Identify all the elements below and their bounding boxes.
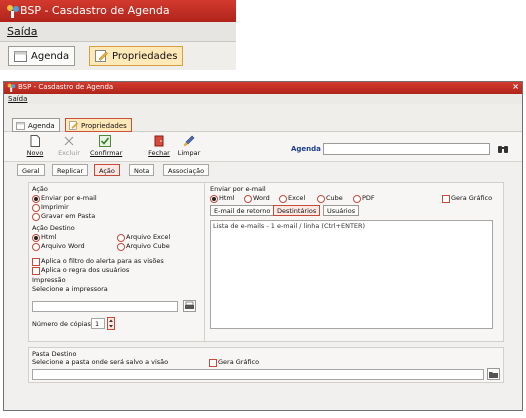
subtab-associacao[interactable]: Associação <box>163 164 210 176</box>
subtabs: Geral Replicar Ação Nota Associação <box>4 162 522 178</box>
radio-arquivo-excel[interactable]: Arquivo Excel <box>117 233 170 242</box>
check-regra-usuarios[interactable]: Aplica o regra dos usuários <box>32 266 129 275</box>
subtab-nota[interactable]: Nota <box>129 164 155 176</box>
destinatarios-button[interactable]: Destintários <box>273 205 321 216</box>
edit-document-icon <box>95 50 108 62</box>
email-panel: Enviar por e-mail Html Word Excel Cube P… <box>204 182 504 342</box>
impressora-label: Selecione a impressora <box>32 285 108 293</box>
main-window: BSP - Casdastro de Agenda × Saída Agenda… <box>3 81 523 411</box>
agenda-field-label: Agenda <box>291 145 321 153</box>
calendar-icon <box>14 51 27 62</box>
folder-browse-icon[interactable] <box>487 368 500 380</box>
pasta-title: Pasta Destino <box>32 350 77 358</box>
excluir-label: Excluir <box>58 149 80 157</box>
edit-document-icon <box>69 121 78 130</box>
close-door-icon <box>154 135 164 147</box>
radio-arquivo-cube[interactable]: Arquivo Cube <box>117 242 170 251</box>
copias-label: Número de cópias <box>32 320 91 328</box>
email-retorno-button[interactable]: E-mail de retorno <box>210 205 275 216</box>
window-title: BSP - Casdastro de Agenda <box>18 83 114 91</box>
excluir-button[interactable]: Excluir <box>54 135 84 161</box>
radio-enviar-email[interactable]: Enviar por e-mail <box>32 194 97 203</box>
pasta-label: Selecione a pasta onde será salvo a visã… <box>32 358 169 366</box>
binoculars-search-icon[interactable] <box>497 143 509 155</box>
usuarios-button[interactable]: Usuários <box>323 205 360 216</box>
agenda-input[interactable] <box>323 143 490 155</box>
new-document-icon <box>30 135 40 147</box>
subtab-replicar[interactable]: Replicar <box>52 164 89 176</box>
zoom-menu-saida[interactable]: Saída <box>7 25 38 38</box>
radio-email-html[interactable]: Html <box>210 194 235 203</box>
email-list-textarea[interactable]: Lista de e-mails - 1 e-mail / linha (Ctr… <box>210 220 493 329</box>
confirmar-button[interactable]: Confirmar <box>90 135 123 161</box>
zoom-tab-propriedades-label: Propriedades <box>112 51 178 62</box>
radio-email-excel[interactable]: Excel <box>279 194 305 203</box>
printer-icon[interactable] <box>183 300 196 312</box>
radio-html[interactable]: Html <box>32 233 57 242</box>
radio-email-pdf[interactable]: PDF <box>353 194 375 203</box>
brush-icon <box>183 135 195 147</box>
left-panel: Ação Enviar por e-mail Imprimir Gravar e… <box>28 182 208 342</box>
limpar-button[interactable]: Limpar <box>174 135 204 161</box>
email-title: Enviar por e-mail <box>210 185 266 193</box>
acao-destino-title: Ação Destino <box>32 224 75 232</box>
pasta-panel: Pasta Destino Selecione a pasta onde ser… <box>28 347 504 383</box>
zoom-tab-agenda-label: Agenda <box>31 51 70 62</box>
copias-input[interactable]: 1 <box>91 318 105 329</box>
delete-icon <box>64 136 74 146</box>
acao-title: Ação <box>32 185 48 193</box>
menubar: Saída <box>4 94 522 104</box>
window-close-button[interactable]: × <box>512 82 519 91</box>
limpar-label: Limpar <box>177 149 201 157</box>
copias-spinner-icon[interactable] <box>107 317 115 330</box>
subtab-geral[interactable]: Geral <box>17 164 45 176</box>
pasta-path-input[interactable] <box>32 369 484 380</box>
tab-agenda-label: Agenda <box>28 122 55 130</box>
email-list-header: Lista de e-mails - 1 e-mail / linha (Ctr… <box>213 222 366 230</box>
check-filtro-alerta[interactable]: Aplica o filtro do alerta para as visões <box>32 257 164 266</box>
radio-imprimir[interactable]: Imprimir <box>32 203 69 212</box>
menu-saida[interactable]: Saída <box>8 95 27 103</box>
confirm-icon <box>99 135 111 147</box>
zoom-titlebar: BSP - Casdastro de Agenda <box>0 0 236 22</box>
zoom-menubar: Saída <box>0 22 236 42</box>
impressora-input[interactable] <box>32 301 178 312</box>
zoom-tab-propriedades[interactable]: Propriedades <box>89 46 184 66</box>
fechar-button[interactable]: Fechar <box>144 135 174 161</box>
confirmar-label: Confirmar <box>90 149 123 157</box>
tab-propriedades-label: Propriedades <box>81 122 127 130</box>
zoom-tabstrip: Agenda Propriedades <box>0 42 236 70</box>
app-logo-icon <box>7 83 16 92</box>
calendar-icon <box>16 122 25 130</box>
radio-email-word[interactable]: Word <box>244 194 270 203</box>
novo-label: Novo <box>26 149 44 157</box>
tab-propriedades[interactable]: Propriedades <box>65 118 132 132</box>
novo-button[interactable]: Novo <box>20 135 50 161</box>
toolbar: Novo Excluir Confirmar Fechar Limpar Age… <box>4 132 522 162</box>
zoomed-window-snippet: BSP - Casdastro de Agenda Saída Agenda P… <box>0 0 236 70</box>
main-tabstrip: Agenda Propriedades <box>4 104 522 132</box>
fechar-label: Fechar <box>148 149 170 157</box>
tab-agenda[interactable]: Agenda <box>12 118 60 132</box>
app-logo-icon <box>7 5 19 18</box>
window-titlebar: BSP - Casdastro de Agenda × <box>4 82 522 94</box>
radio-arquivo-word[interactable]: Arquivo Word <box>32 242 85 251</box>
zoom-tab-agenda[interactable]: Agenda <box>8 46 76 66</box>
subtab-acao[interactable]: Ação <box>94 164 120 176</box>
radio-email-cube[interactable]: Cube <box>317 194 343 203</box>
radio-gravar-pasta[interactable]: Gravar em Pasta <box>32 212 95 221</box>
check-gera-grafico-email[interactable]: Gera Gráfico <box>442 194 492 203</box>
check-gera-grafico-pasta[interactable]: Gera Gráfico <box>209 358 259 367</box>
zoom-window-title: BSP - Casdastro de Agenda <box>20 4 170 17</box>
impressao-title: Impressão <box>32 276 66 284</box>
